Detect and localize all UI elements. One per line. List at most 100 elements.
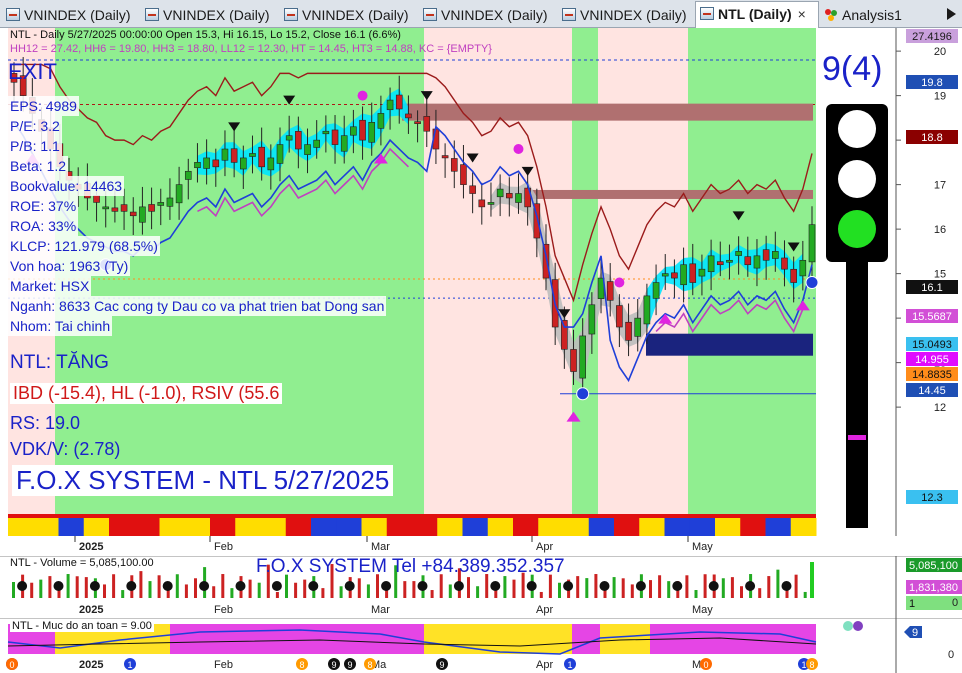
ribbon-segment	[336, 518, 362, 536]
ribbon-segment	[487, 518, 514, 536]
volume-bar	[257, 582, 261, 598]
month-label: Apr	[536, 541, 553, 553]
volume-bar	[703, 574, 707, 598]
volume-bar	[221, 574, 225, 598]
ribbon-segment	[159, 518, 186, 536]
volume-bar	[321, 588, 325, 598]
traffic-lamp-green	[838, 210, 876, 248]
tab-vnindex-3[interactable]: VNINDEX (Daily)	[280, 3, 418, 27]
status-dot-icon	[853, 621, 863, 631]
ribbon-segment	[184, 518, 211, 536]
volume-bar	[166, 590, 170, 598]
volume-dot-icon	[89, 581, 100, 591]
volume-bar	[48, 576, 52, 598]
volume-bar	[630, 584, 634, 598]
volume-dot-icon	[745, 581, 756, 591]
volume-badge-label: 1	[909, 598, 915, 610]
safety-axis-tick: 0	[948, 649, 954, 661]
volume-dot-icon	[126, 581, 137, 591]
volume-panel[interactable]: 2025 Feb Mar Apr May 5,085,100 1,831,380 1 0 NTL…	[0, 556, 962, 618]
ribbon-segment	[437, 518, 463, 536]
ribbon-segment	[715, 518, 741, 536]
traffic-lamp-white	[838, 110, 876, 148]
ribbon-segment	[588, 518, 615, 536]
candle-body	[726, 259, 733, 263]
fundamental-item: Von hoa: 1963 (Ty)	[8, 256, 131, 276]
safety-zone	[424, 624, 572, 654]
month-label: Mar	[371, 604, 390, 616]
volume-bar	[112, 574, 116, 598]
candle-body	[808, 224, 816, 263]
tab-analysis1[interactable]: Analysis1	[820, 3, 940, 27]
volume-bar	[430, 590, 434, 598]
volume-bar	[403, 581, 407, 598]
volume-bar	[667, 581, 671, 598]
candle-body	[506, 193, 513, 199]
safety-marker-label: 1	[801, 660, 806, 670]
volume-dot-icon	[199, 581, 210, 591]
candle-body	[762, 249, 770, 261]
close-icon[interactable]: ×	[798, 2, 806, 26]
ribbon-top	[8, 514, 816, 518]
volume-bar	[448, 584, 452, 598]
chart-header-line1: NTL - Daily 5/27/2025 00:00:00 Open 15.3…	[10, 29, 401, 41]
candle-body	[441, 155, 449, 159]
traffic-light-pole	[846, 258, 868, 528]
safety-panel[interactable]: 2025FebMaAprMa11899918180090 NTL - Muc d…	[0, 618, 962, 673]
volume-bar	[385, 590, 389, 598]
candle-body	[744, 256, 752, 266]
volume-bar	[685, 575, 689, 598]
triangle-right-icon[interactable]	[944, 6, 958, 22]
candle-body	[414, 121, 421, 124]
candle-body	[753, 255, 761, 269]
ribbon-segment	[83, 518, 110, 536]
candle-body	[716, 261, 724, 266]
fundamental-item: ROA: 33%	[8, 216, 79, 236]
safety-marker-label: 1	[127, 660, 132, 670]
tab-vnindex-1[interactable]: VNINDEX (Daily)	[2, 3, 140, 27]
magenta-dot-icon	[513, 144, 524, 155]
candle-body	[790, 268, 797, 283]
fundamental-item: Nganh: 8633 Cac cong ty Dau co va phat t…	[8, 296, 387, 316]
safety-zone	[170, 624, 424, 654]
price-badge-label: 27.4196	[912, 31, 952, 43]
tab-vnindex-4[interactable]: VNINDEX (Daily)	[419, 3, 557, 27]
month-label: Feb	[214, 541, 233, 553]
tab-vnindex-2[interactable]: VNINDEX (Daily)	[141, 3, 279, 27]
axis-tick-label: 12	[934, 402, 946, 414]
signal-one-icon	[576, 387, 590, 401]
month-label: Mar	[371, 541, 390, 553]
volume-bar	[30, 582, 34, 598]
volume-bar	[594, 574, 598, 598]
volume-bar	[157, 575, 161, 598]
fundamental-item: Market: HSX	[8, 276, 92, 296]
volume-bar	[558, 582, 561, 598]
price-badge-label: 12.3	[921, 492, 942, 504]
candle-body	[450, 158, 458, 172]
ribbon-segment	[740, 518, 766, 536]
safety-header: NTL - Muc do an toan = 9.00	[10, 620, 154, 632]
candle-body	[405, 113, 412, 119]
price-badge-label: 19.8	[921, 77, 942, 89]
safety-badge-label: 9	[912, 627, 918, 639]
candle-body	[781, 257, 788, 270]
ribbon-segment	[311, 518, 337, 536]
volume-bar	[612, 577, 616, 598]
magenta-dot-icon	[614, 277, 625, 288]
tab-vnindex-5[interactable]: VNINDEX (Daily)	[558, 3, 694, 27]
safety-marker-label: 0	[9, 660, 14, 670]
safety-marker-label: 8	[299, 660, 304, 670]
ribbon-segment	[412, 518, 438, 536]
tab-bar: VNINDEX (Daily) VNINDEX (Daily) VNINDEX …	[0, 0, 962, 28]
candle-body	[515, 193, 522, 203]
volume-bar-latest	[810, 562, 814, 598]
price-badge-label: 15.0493	[912, 339, 952, 351]
chart-icon	[284, 8, 298, 21]
price-chart-panel[interactable]: 201918171615141312 27.419619.818.816.115…	[0, 28, 962, 536]
price-badge-label: 18.8	[921, 132, 942, 144]
traffic-light	[826, 104, 888, 528]
safety-zone	[600, 624, 650, 654]
volume-bar	[184, 584, 188, 598]
tab-ntl-active[interactable]: NTL (Daily) ×	[695, 1, 819, 28]
candle-body	[469, 185, 476, 194]
